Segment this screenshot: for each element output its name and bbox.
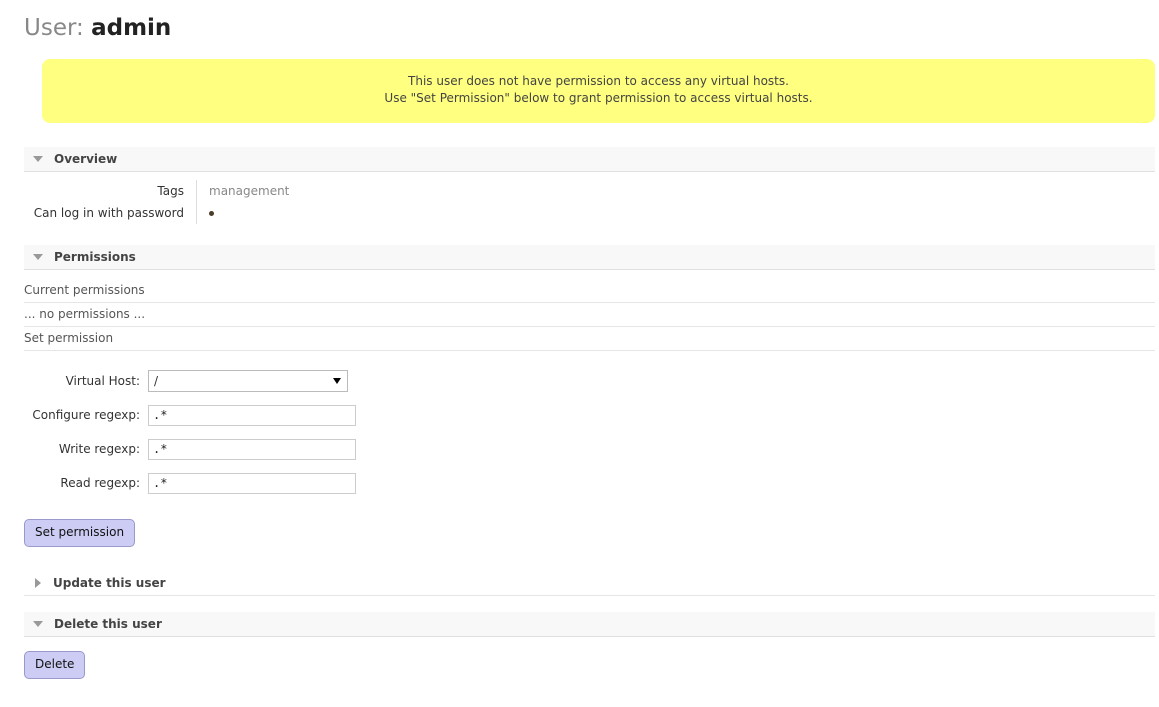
overview-key-tags: Tags: [0, 180, 197, 202]
section-header-permissions[interactable]: Permissions: [24, 245, 1155, 270]
field-virtual-host: /: [148, 364, 356, 398]
warning-line-2: Use "Set Permission" below to grant perm…: [52, 90, 1145, 107]
form-row-read: Read regexp:: [0, 466, 356, 500]
bullet-icon: [209, 211, 214, 216]
field-configure-regexp: [148, 398, 356, 432]
page-title: User: admin: [0, 0, 1159, 42]
chevron-down-icon: [33, 156, 43, 162]
set-permission-form: Virtual Host: / Configure regexp:: [0, 364, 1159, 500]
chevron-right-icon: [35, 578, 41, 588]
label-read-regexp: Read regexp:: [0, 466, 148, 500]
section-title-permissions: Permissions: [54, 250, 136, 264]
page-title-username: admin: [91, 15, 171, 41]
virtual-host-select[interactable]: /: [148, 370, 348, 392]
user-detail-page: User: admin This user does not have perm…: [0, 0, 1159, 707]
read-regexp-input[interactable]: [148, 473, 356, 494]
section-header-overview[interactable]: Overview: [24, 147, 1155, 172]
label-configure-regexp: Configure regexp:: [0, 398, 148, 432]
section-title-update-user: Update this user: [53, 576, 166, 590]
permission-warning-banner: This user does not have permission to ac…: [42, 59, 1155, 123]
current-permissions-label: Current permissions: [24, 279, 1155, 303]
set-permission-button[interactable]: Set permission: [24, 519, 135, 547]
section-title-delete-user: Delete this user: [54, 617, 162, 631]
label-write-regexp: Write regexp:: [0, 432, 148, 466]
field-write-regexp: [148, 432, 356, 466]
form-row-write: Write regexp:: [0, 432, 356, 466]
permission-form-table: Virtual Host: / Configure regexp:: [0, 364, 356, 500]
table-row: Can log in with password: [0, 202, 289, 224]
delete-user-button[interactable]: Delete: [24, 651, 85, 679]
overview-table: Tags management Can log in with password: [0, 180, 289, 224]
form-row-vhost: Virtual Host: /: [0, 364, 356, 398]
section-title-overview: Overview: [54, 152, 117, 166]
field-read-regexp: [148, 466, 356, 500]
table-row: Tags management: [0, 180, 289, 202]
overview-value-tags: management: [197, 180, 290, 202]
section-header-delete-user[interactable]: Delete this user: [24, 612, 1155, 637]
write-regexp-input[interactable]: [148, 439, 356, 460]
warning-line-1: This user does not have permission to ac…: [52, 73, 1145, 90]
chevron-down-icon: [33, 254, 43, 260]
label-virtual-host: Virtual Host:: [0, 364, 148, 398]
virtual-host-select-wrap: /: [148, 370, 348, 392]
overview-value-can-login: [197, 202, 290, 224]
set-permission-label: Set permission: [24, 327, 1155, 351]
configure-regexp-input[interactable]: [148, 405, 356, 426]
page-title-label: User:: [24, 15, 84, 41]
overview-key-can-login: Can log in with password: [0, 202, 197, 224]
permissions-rows: Current permissions ... no permissions .…: [0, 279, 1159, 351]
chevron-down-icon: [33, 621, 43, 627]
form-row-configure: Configure regexp:: [0, 398, 356, 432]
no-permissions-message: ... no permissions ...: [24, 303, 1155, 327]
section-header-update-user[interactable]: Update this user: [24, 571, 1155, 596]
